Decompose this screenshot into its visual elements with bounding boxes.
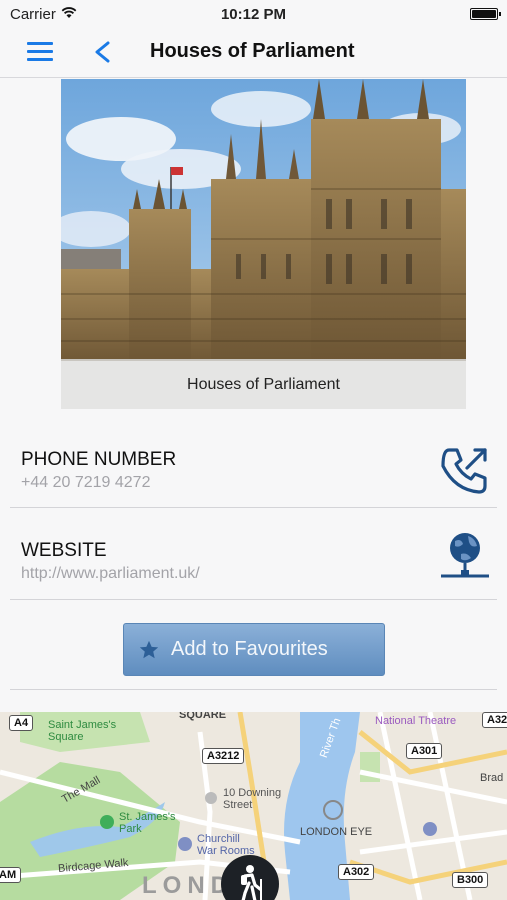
map-view[interactable]: Saint James's Square SQUARE National The… [0, 712, 507, 900]
status-time: 10:12 PM [220, 6, 287, 23]
battery-icon [470, 8, 501, 20]
map-label-st-james-square: Saint James's Square [48, 719, 117, 743]
phone-outgoing-icon [441, 448, 487, 494]
road-badge-a301: A301 [406, 743, 443, 759]
website-row: WEBSITE http://www.parliament.uk/ [10, 510, 497, 600]
road-badge-a302: A302 [338, 864, 375, 880]
menu-button[interactable] [27, 42, 53, 62]
website-value[interactable]: http://www.parliament.uk/ [21, 565, 200, 583]
map-label-square: SQUARE [179, 712, 227, 721]
open-website-button[interactable] [435, 526, 495, 586]
hike-button[interactable] [221, 855, 279, 900]
map-label-national-theatre: National Theatre [375, 715, 457, 727]
website-label: WEBSITE [21, 540, 107, 561]
road-badge-a4: A4 [9, 715, 34, 731]
navigation-bar: Houses of Parliament [0, 28, 507, 78]
hero-image: Houses of Parliament [61, 79, 466, 409]
back-button[interactable] [88, 36, 118, 68]
page-title: Houses of Parliament [150, 40, 355, 62]
map-label-brad: Brad [480, 772, 504, 784]
map-label-st-james-park: St. James's Park [119, 811, 176, 835]
divider [10, 689, 497, 690]
phone-row: PHONE NUMBER +44 20 7219 4272 [10, 418, 497, 508]
road-badge-a320: A320 [482, 712, 507, 728]
add-to-favourites-label: Add to Favourites [171, 638, 328, 660]
phone-value[interactable]: +44 20 7219 4272 [21, 474, 150, 492]
hero-caption: Houses of Parliament [61, 361, 466, 409]
status-bar: Carrier 10:12 PM [0, 0, 507, 28]
map-label-london-eye: LONDON EYE [300, 826, 373, 838]
parliament-photo [61, 79, 466, 409]
network-globe-icon [441, 533, 489, 578]
call-button[interactable] [435, 440, 495, 500]
road-badge-b300: B300 [452, 872, 489, 888]
hamburger-icon [27, 42, 53, 61]
hiker-icon [241, 865, 262, 900]
star-icon [139, 640, 159, 659]
phone-label: PHONE NUMBER [21, 449, 177, 470]
map-label-downing-street: 10 Downing Street [223, 787, 282, 811]
map-label-churchill-war-rooms: Churchill War Rooms [197, 833, 255, 857]
chevron-left-icon [95, 41, 110, 63]
add-to-favourites-button[interactable]: Add to Favourites [123, 623, 385, 676]
road-badge-am: AM [0, 867, 22, 883]
road-badge-a3212: A3212 [202, 748, 245, 764]
